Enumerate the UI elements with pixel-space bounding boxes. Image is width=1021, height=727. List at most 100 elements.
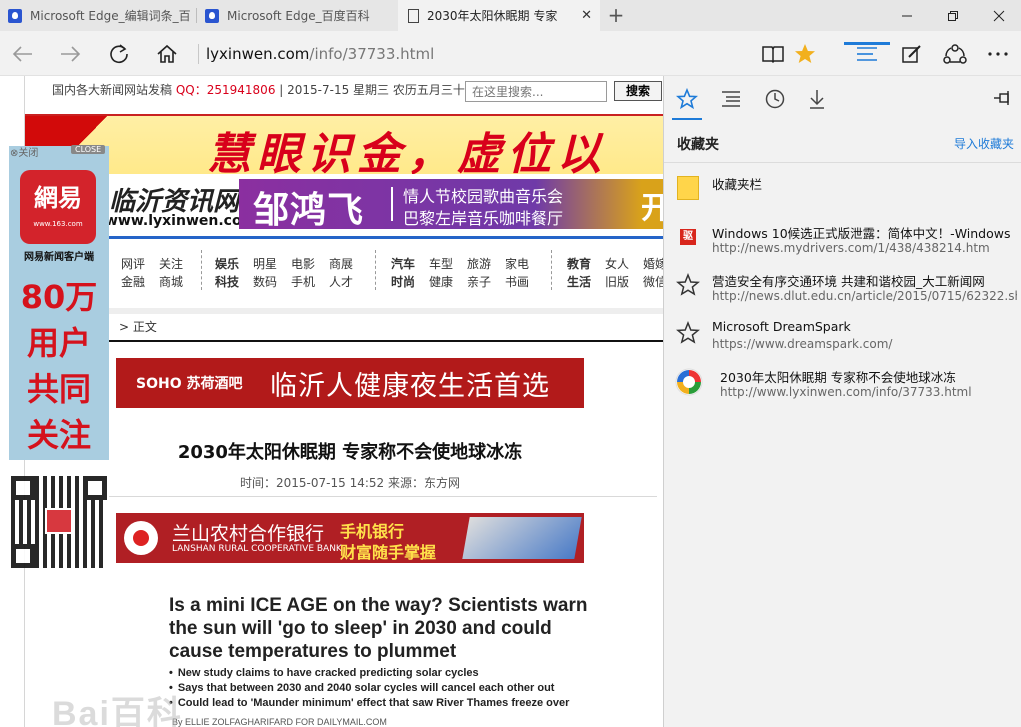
topline-prefix: 国内各大新闻网站发稿	[52, 83, 173, 97]
promo-line: 共同	[26, 370, 91, 408]
hub-button[interactable]	[844, 31, 890, 76]
promo-line: 用户	[26, 324, 91, 362]
nav-link[interactable]: 商城	[159, 273, 183, 290]
nav-link[interactable]: 生活	[567, 273, 591, 290]
nav-link[interactable]: 书画	[505, 273, 529, 290]
favorite-item-folder[interactable]: 收藏夹栏	[664, 168, 1021, 214]
web-note-button[interactable]	[888, 31, 934, 76]
floating-ad-close[interactable]: ⊗关闭	[10, 144, 38, 159]
article-image-byline: By ELLIE ZOLFAGHARIFARD FOR DAILYMAIL.CO…	[172, 717, 387, 727]
hub-tab-history[interactable]	[758, 82, 792, 116]
home-button[interactable]	[144, 31, 190, 76]
tab-article[interactable]: 2030年太阳休眠期 专家 ✕	[398, 0, 600, 31]
more-button[interactable]	[975, 31, 1021, 76]
share-icon	[943, 43, 967, 64]
import-favorites-link[interactable]: 导入收藏夹	[954, 135, 1014, 152]
nav-link[interactable]: 微信	[643, 273, 663, 290]
qr-finder	[83, 476, 107, 500]
nav-link[interactable]: 网评	[121, 255, 145, 272]
pin-hub-button[interactable]	[992, 88, 1012, 108]
favorite-item[interactable]: 营造安全有序交通环境 共建和谐校园_大工新闻网 http://news.dlut…	[664, 265, 1021, 311]
netease-url: www.163.com	[33, 220, 83, 228]
refresh-icon	[110, 43, 128, 63]
tab-baike[interactable]: Microsoft Edge_百度百科	[197, 0, 397, 31]
baidu-favicon-icon	[8, 8, 22, 23]
restore-icon	[948, 10, 958, 21]
nav-link[interactable]: 女人	[605, 255, 629, 272]
qr-finder	[11, 476, 35, 500]
close-tab-icon[interactable]: ✕	[581, 8, 592, 23]
restore-button[interactable]	[930, 0, 976, 31]
nav-link[interactable]: 旅游	[467, 255, 491, 272]
favorite-star-button[interactable]	[782, 31, 828, 76]
navigation-bar: lyxinwen.com/info/37733.html	[0, 31, 1021, 76]
nav-link[interactable]: 家电	[505, 255, 529, 272]
hub-tab-reading-list[interactable]	[714, 82, 748, 116]
forward-arrow-icon	[61, 45, 81, 62]
favorite-title: 营造安全有序交通环境 共建和谐校园_大工新闻网	[712, 274, 985, 289]
address-host: lyxinwen.com	[206, 44, 310, 63]
star-outline-icon	[676, 321, 700, 345]
close-tag[interactable]: CLOSE	[71, 145, 106, 154]
netease-client-label: 网易新闻客户端	[24, 252, 94, 263]
address-bar[interactable]: lyxinwen.com/info/37733.html	[206, 31, 434, 76]
concert-ad-line1: 情人节校园歌曲音乐会	[403, 187, 564, 206]
tab-title: 2030年太阳休眠期 专家	[427, 9, 558, 23]
topline-date: | 2015-7-15 星期三 农历五月三十	[279, 83, 465, 97]
nav-link[interactable]: 娱乐	[215, 255, 239, 272]
bullet-item: New study claims to have cracked predict…	[169, 666, 589, 681]
tab-title: Microsoft Edge_编辑词条_百	[30, 9, 191, 23]
bank-card-image	[462, 517, 582, 559]
nav-link[interactable]: 时尚	[391, 273, 415, 290]
bank-logo-icon	[124, 521, 158, 555]
nav-link[interactable]: 车型	[429, 255, 453, 272]
soho-bar-ad[interactable]: SOHO 苏荷酒吧 临沂人健康夜生活首选	[116, 358, 584, 408]
nav-link[interactable]: 亲子	[467, 273, 491, 290]
close-window-button[interactable]	[976, 0, 1021, 31]
mydrivers-favicon-icon: 驱	[676, 225, 700, 249]
netease-promo: 80万 用户 共同 关注	[9, 274, 109, 458]
nav-link[interactable]: 商展	[329, 255, 353, 272]
nav-link[interactable]: 手机	[291, 273, 315, 290]
web-note-icon	[902, 44, 921, 63]
nav-link[interactable]: 旧版	[605, 273, 629, 290]
nav-link[interactable]: 金融	[121, 273, 145, 290]
hub-tab-downloads[interactable]	[800, 82, 834, 116]
tab-baike-edit[interactable]: Microsoft Edge_编辑词条_百	[0, 0, 196, 31]
netease-logo: 網易 www.163.com	[20, 170, 96, 244]
nav-link[interactable]: 关注	[159, 255, 183, 272]
promo-line: 80万	[20, 278, 98, 316]
floating-ad-closebar[interactable]: ⊗关闭 CLOSE	[9, 144, 109, 159]
forward-button[interactable]	[47, 31, 93, 76]
nav-link[interactable]: 电影	[291, 255, 315, 272]
site-search-button[interactable]: 搜索	[614, 81, 662, 101]
nav-link[interactable]: 数码	[253, 273, 277, 290]
bank-ad[interactable]: 兰山农村合作银行 LANSHAN RURAL COOPERATIVE BANK …	[116, 513, 584, 563]
back-arrow-icon	[12, 45, 32, 62]
nav-link[interactable]: 汽车	[391, 255, 415, 272]
floating-ad[interactable]: ⊗关闭 CLOSE 網易 www.163.com 网易新闻客户端 80万 用户 …	[9, 144, 109, 460]
netease-brand: 網易	[34, 183, 82, 212]
share-button[interactable]	[932, 31, 978, 76]
site-search-input[interactable]	[465, 81, 607, 102]
concert-ad[interactable]: 邹鸿飞 情人节校园歌曲音乐会 巴黎左岸音乐咖啡餐厅 开	[239, 179, 663, 231]
refresh-button[interactable]	[96, 31, 142, 76]
favorite-item[interactable]: 驱 Windows 10候选正式版泄露：简体中文！-Windows http:/…	[664, 217, 1021, 263]
nav-link[interactable]: 教育	[567, 255, 591, 272]
web-page[interactable]: 国内各大新闻网站发稿 QQ：251941806 | 2015-7-15 星期三 …	[0, 76, 663, 727]
nav-link[interactable]: 健康	[429, 273, 453, 290]
favorite-item[interactable]: Microsoft DreamSpark https://www.dreamsp…	[664, 313, 1021, 359]
nav-link[interactable]: 人才	[329, 273, 353, 290]
top-banner-ad[interactable]: 慧眼识金，虚位以	[25, 114, 663, 174]
nav-link[interactable]: 科技	[215, 273, 239, 290]
favorite-item[interactable]: 2030年太阳休眠期 专家称不会使地球冰冻 http://www.lyxinwe…	[664, 361, 1021, 407]
hub-tab-favorites[interactable]	[670, 82, 704, 116]
new-tab-button[interactable]: +	[602, 3, 630, 29]
hub-divider	[664, 162, 1021, 163]
breadcrumb: > 正文	[119, 318, 157, 335]
nav-link[interactable]: 婚嫁	[643, 255, 663, 272]
back-button[interactable]	[0, 31, 46, 76]
concert-ad-name: 邹鸿飞	[253, 189, 365, 231]
minimize-button[interactable]	[884, 0, 930, 31]
nav-link[interactable]: 明星	[253, 255, 277, 272]
